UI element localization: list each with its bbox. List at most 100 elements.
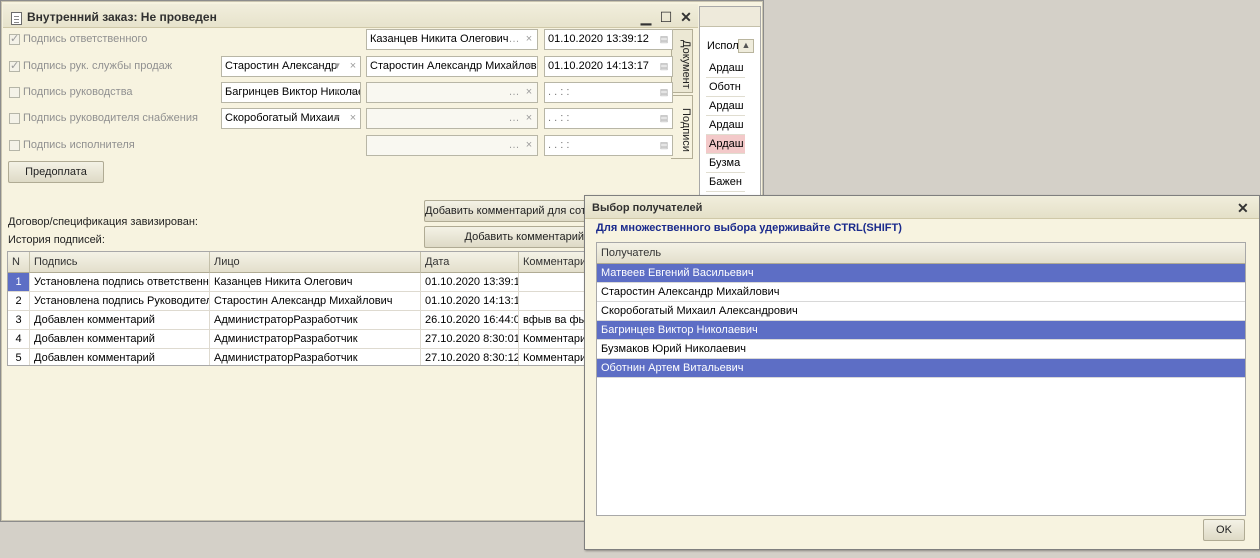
dialog-close-icon[interactable]: ✕ (1237, 200, 1249, 217)
signature-label: Подпись исполнителя (23, 139, 135, 151)
table-cell: вфыв ва фыва (519, 311, 586, 330)
signature-person-value: Скоробогатый Михаил (225, 112, 340, 124)
clear-icon[interactable]: × (522, 110, 536, 127)
recipient-item[interactable]: Багринцев Виктор Николаевич (597, 321, 1245, 340)
history-label: История подписей: (8, 234, 105, 246)
clear-icon[interactable]: × (346, 84, 360, 101)
calendar-icon[interactable]: ▤ (657, 58, 671, 75)
table-cell: 3 (8, 311, 30, 330)
signature-date-field[interactable]: 01.10.2020 14:13:17 ▤ (544, 56, 673, 77)
grid-header[interactable]: Лицо (210, 252, 421, 273)
grid-header[interactable]: Дата (421, 252, 519, 273)
signature-checkbox[interactable] (9, 113, 20, 124)
clear-icon[interactable]: × (522, 137, 536, 154)
table-cell: АдминистраторРазработчик (210, 349, 421, 365)
table-row[interactable]: 1 Установлена подпись ответственного Казан… (8, 273, 586, 292)
signature-signer-field[interactable]: … × (366, 135, 538, 156)
recipients-dialog: Выбор получателей ✕ Для множественного в… (584, 195, 1260, 550)
recipient-item[interactable]: Матвеев Евгений Васильевич (597, 264, 1245, 283)
tab-document[interactable]: Документ (671, 29, 693, 93)
tab-signatures[interactable]: Подписи (671, 95, 693, 159)
prepay-button[interactable]: Предоплата (8, 161, 104, 183)
signature-person-field[interactable]: Старостин Александр ▾ × (221, 56, 361, 77)
table-row[interactable]: 4 Добавлен комментарий АдминистраторРазраб… (8, 330, 586, 349)
table-cell (519, 273, 586, 292)
signature-date-value: . . : : (548, 139, 570, 151)
grid-header[interactable]: N (8, 252, 30, 273)
table-cell: Установлена подпись Руководителя (30, 292, 210, 311)
dialog-titlebar[interactable]: Выбор получателей ✕ (585, 196, 1259, 219)
clear-icon[interactable]: × (522, 84, 536, 101)
background-list-item: Ардаш (706, 97, 745, 116)
signature-checkbox[interactable] (9, 59, 20, 72)
table-cell: 1 (8, 273, 30, 292)
background-list-item: Ардаш (706, 59, 745, 78)
add-comment-button[interactable]: Добавить комментарий (424, 226, 589, 248)
ok-button[interactable]: OK (1203, 519, 1245, 541)
recipient-item[interactable]: Оботнин Артем Витальевич (597, 359, 1245, 378)
clear-icon[interactable]: × (522, 58, 536, 75)
document-icon (11, 12, 22, 25)
grid-header[interactable]: Комментарий (519, 252, 586, 273)
close-icon[interactable]: ✕ (679, 10, 693, 24)
dropdown-icon[interactable]: ▾ (330, 110, 344, 127)
signature-date-field[interactable]: . . : : ▤ (544, 82, 673, 103)
select-icon[interactable]: … (507, 31, 521, 48)
calendar-icon[interactable]: ▤ (657, 31, 671, 48)
recipient-item[interactable]: Бузмаков Юрий Николаевич (597, 340, 1245, 359)
clear-icon[interactable]: × (346, 58, 360, 75)
signature-person-field[interactable]: Скоробогатый Михаил ▾ × (221, 108, 361, 129)
grid-header[interactable]: Подпись (30, 252, 210, 273)
signature-signer-field[interactable]: … × (366, 82, 538, 103)
select-icon[interactable]: … (507, 110, 521, 127)
maximize-icon[interactable]: ☐ (659, 10, 673, 24)
select-icon[interactable]: … (507, 137, 521, 154)
table-cell: Комментарий (519, 349, 586, 365)
signature-date-field[interactable]: 01.10.2020 13:39:12 ▤ (544, 29, 673, 50)
table-cell: 01.10.2020 13:39:12 (421, 273, 519, 292)
table-cell: 4 (8, 330, 30, 349)
background-list-item: Бажен (706, 173, 745, 192)
add-comment-employee-button[interactable]: Добавить комментарий для сотрудника (424, 200, 589, 222)
signature-checkbox[interactable] (9, 32, 20, 45)
dropdown-icon[interactable]: ▾ (330, 84, 344, 101)
dropdown-icon[interactable]: ▾ (330, 58, 344, 75)
signature-history-table: N Подпись Лицо Дата Комментарий 1 Установлена … (7, 251, 587, 366)
select-icon[interactable]: … (507, 58, 521, 75)
signature-signer-value: Казанцев Никита Олегович (370, 33, 509, 45)
recipients-column-header[interactable]: Получатель (597, 243, 1245, 264)
signature-checkbox[interactable] (9, 87, 20, 98)
background-list: Испол ▲ Ардаш Оботн Ардаш Ардаш Ардаш Бузма Ба… (699, 6, 761, 196)
scroll-up-icon[interactable]: ▲ (738, 39, 754, 53)
signature-date-field[interactable]: . . : : ▤ (544, 135, 673, 156)
signature-date-field[interactable]: . . : : ▤ (544, 108, 673, 129)
calendar-icon[interactable]: ▤ (657, 110, 671, 127)
table-cell: 27.10.2020 8:30:01 (421, 330, 519, 349)
recipient-item[interactable]: Скоробогатый Михаил Александрович (597, 302, 1245, 321)
table-cell: Добавлен комментарий (30, 349, 210, 365)
calendar-icon[interactable]: ▤ (657, 84, 671, 101)
calendar-icon[interactable]: ▤ (657, 137, 671, 154)
table-row[interactable]: 2 Установлена подпись Руководителя Старост… (8, 292, 586, 311)
signature-checkbox[interactable] (9, 140, 20, 151)
background-list-header: Испол (707, 40, 739, 52)
minimize-icon[interactable]: ▁ (639, 10, 653, 24)
table-cell: 01.10.2020 14:13:17 (421, 292, 519, 311)
table-row[interactable]: 3 Добавлен комментарий АдминистраторРазраб… (8, 311, 586, 330)
clear-icon[interactable]: × (522, 31, 536, 48)
select-icon[interactable]: … (507, 84, 521, 101)
table-cell: 26.10.2020 16:44:01 (421, 311, 519, 330)
dialog-hint: Для множественного выбора удерживайте CT… (596, 222, 902, 234)
signature-date-value: 01.10.2020 14:13:17 (548, 60, 649, 72)
table-row[interactable]: 5 Добавлен комментарий АдминистраторРазраб… (8, 349, 586, 365)
signature-date-value: . . : : (548, 86, 570, 98)
signature-label: Подпись рук. службы продаж (23, 60, 173, 72)
clear-icon[interactable]: × (346, 110, 360, 127)
signature-signer-field[interactable]: Казанцев Никита Олегович … × (366, 29, 538, 50)
signature-signer-field[interactable]: Старостин Александр Михайлович … × (366, 56, 538, 77)
signature-person-field[interactable]: Багринцев Виктор Николаевич ▾ × (221, 82, 361, 103)
recipient-item[interactable]: Старостин Александр Михайлович (597, 283, 1245, 302)
signature-signer-field[interactable]: … × (366, 108, 538, 129)
main-window-titlebar[interactable]: Внутренний заказ: Не проведен ▁ ☐ ✕ (3, 4, 698, 28)
table-cell: Старостин Александр Михайлович (210, 292, 421, 311)
